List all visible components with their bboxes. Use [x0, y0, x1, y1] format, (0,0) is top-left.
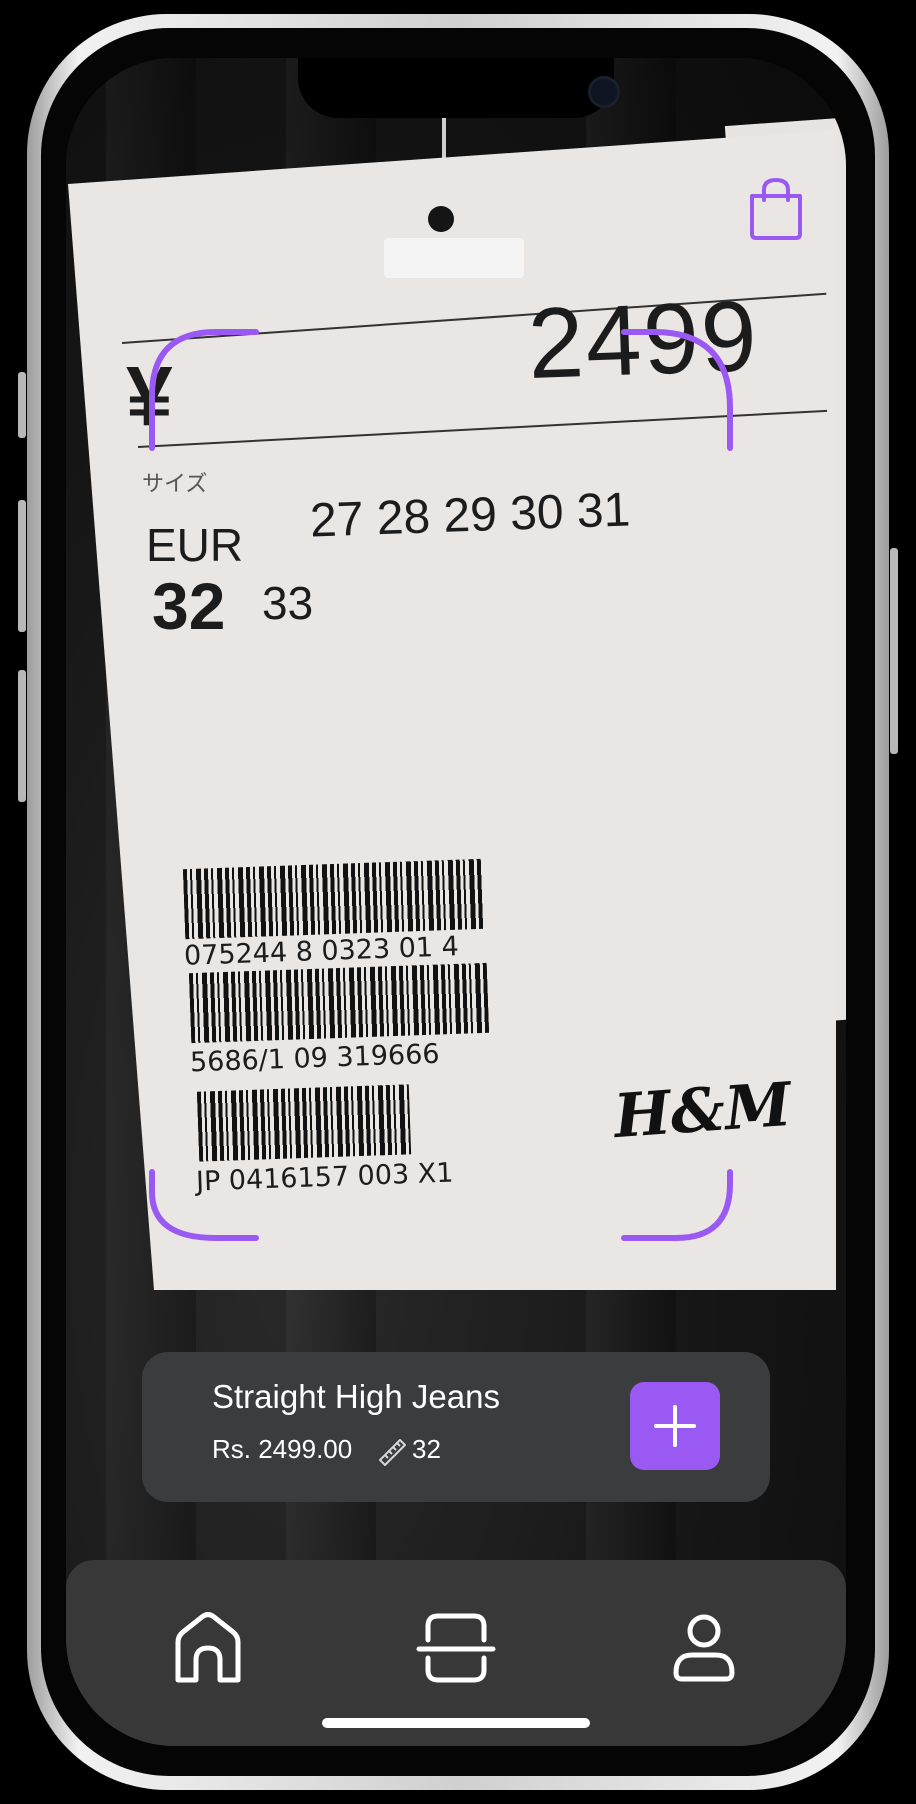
nav-profile[interactable] [664, 1608, 744, 1688]
plus-icon [654, 1405, 696, 1447]
home-indicator[interactable] [322, 1718, 590, 1728]
volume-up-button [18, 500, 26, 632]
profile-icon [673, 1614, 735, 1682]
scan-corner-bottom-right [621, 1169, 733, 1241]
tag-hole [428, 206, 454, 232]
add-to-cart-button[interactable] [630, 1382, 720, 1470]
scan-corner-top-left [149, 329, 259, 451]
nav-scan[interactable] [416, 1608, 496, 1688]
shopping-bag-icon[interactable] [746, 176, 806, 242]
nav-home[interactable] [168, 1608, 248, 1688]
volume-down-button [18, 670, 26, 802]
silent-switch [18, 372, 26, 438]
product-card[interactable]: Straight High Jeans Rs. 2499.00 32 [142, 1352, 770, 1502]
ruler-icon [379, 1439, 406, 1466]
front-camera [588, 76, 620, 108]
scan-frame [149, 329, 733, 1241]
product-size: 32 [412, 1434, 441, 1464]
app-screen: X1 ¥ 2499 サイズ EUR 27 28 29 30 31 32 33 0… [66, 58, 846, 1746]
scan-corner-bottom-left [149, 1169, 259, 1241]
scan-corner-top-right [621, 329, 733, 451]
product-price: Rs. 2499.00 [212, 1434, 353, 1464]
scan-icon [416, 1613, 496, 1683]
notch [298, 58, 620, 118]
power-button [890, 548, 898, 754]
product-name: Straight High Jeans [212, 1378, 500, 1415]
home-icon [175, 1612, 241, 1683]
